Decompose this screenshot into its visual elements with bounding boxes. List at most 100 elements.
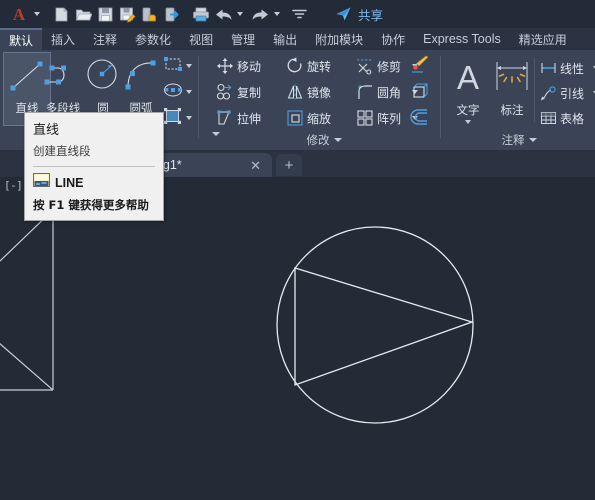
panel-annotation-chevron-down-icon[interactable] (528, 138, 537, 142)
tooltip-line-command: 直线 创建直线段 LINE 按 F1 键获得更多帮助 (24, 112, 164, 221)
rectangle-icon (162, 54, 184, 79)
draw-mini-tool-column (160, 50, 200, 150)
table-icon (540, 110, 557, 126)
match-properties-icon (410, 55, 432, 80)
undo-icon[interactable] (212, 2, 235, 26)
tooltip-description: 创建直线段 (33, 144, 91, 158)
modify-tool-move[interactable]: 移动 (216, 54, 261, 78)
modify-tool-solid-box[interactable] (410, 81, 448, 105)
save-icon[interactable] (94, 2, 116, 26)
annotation-tool-leader-label: 引线 (560, 86, 585, 101)
autocad-logo-icon[interactable]: A (6, 2, 32, 26)
open-file-icon[interactable] (72, 2, 94, 26)
draw-tool-hatch[interactable] (162, 106, 200, 130)
ribbon-tab-default[interactable]: 默认 (0, 28, 43, 50)
text-a-icon: A (445, 55, 491, 101)
ellipse-icon (162, 80, 184, 105)
annotation-tool-linear-label: 线性 (560, 61, 585, 76)
redo-chevron-down-icon[interactable] (274, 12, 280, 16)
modify-tool-scale[interactable]: 缩放 (286, 106, 331, 130)
canvas-circle (276, 226, 474, 424)
draw-tool-rectangle[interactable] (162, 54, 200, 78)
ribbon-tab-bar: 默认 插入 注释 参数化 视图 管理 输出 附加模块 协作 Express To… (0, 28, 595, 50)
scale-icon (286, 109, 304, 127)
modify-tool-mirror[interactable]: 镜像 (286, 80, 331, 104)
ribbon-tab-collaborate[interactable]: 协作 (372, 28, 414, 50)
modify-tool-trim-label: 修剪 (377, 59, 402, 74)
panel-annotation-title[interactable]: 注释 (454, 132, 584, 148)
panel-modify-expand-icon[interactable] (210, 126, 222, 144)
line-command-icon (33, 173, 50, 192)
rotate-icon (286, 57, 304, 75)
dimension-icon (489, 55, 535, 101)
svg-text:A: A (13, 5, 26, 23)
drawing-canvas[interactable]: [-][ (0, 177, 595, 500)
autocad-window: A 共享 默认 插入 注释 参数化 视图 管理 输出 附加模块 协作 Expre… (0, 0, 595, 500)
annotation-tool-leader[interactable]: 引线 (540, 81, 595, 105)
new-file-icon[interactable] (50, 2, 72, 26)
tooltip-command: LINE (55, 175, 84, 190)
solid-box-icon (410, 81, 432, 106)
hatch-icon (162, 106, 184, 131)
trim-icon (356, 57, 374, 75)
share-label[interactable]: 共享 (358, 5, 383, 24)
panel-divider-annotation-inner (534, 58, 535, 122)
ribbon-tab-manage[interactable]: 管理 (222, 28, 264, 50)
modify-tool-stretch-label: 拉伸 (237, 111, 262, 126)
ribbon-tab-view[interactable]: 视图 (180, 28, 222, 50)
modify-side-icon-column (404, 50, 442, 150)
modify-tool-array-label: 阵列 (377, 111, 402, 126)
text-chevron-down-icon[interactable] (465, 120, 471, 124)
move-icon (216, 57, 234, 75)
modify-tool-rotate-label: 旋转 (307, 59, 332, 74)
quick-access-toolbar: A 共享 (0, 0, 595, 28)
offset-icon (410, 107, 432, 132)
export-icon[interactable] (138, 2, 160, 26)
ribbon-tab-annotate[interactable]: 注释 (84, 28, 126, 50)
array-icon (356, 109, 374, 127)
ribbon-tab-featured-apps[interactable]: 精选应用 (510, 28, 576, 50)
modify-tool-copy[interactable]: 复制 (216, 80, 261, 104)
ribbon-tab-express-tools[interactable]: Express Tools (414, 28, 510, 50)
print-icon[interactable] (190, 2, 212, 26)
modify-tool-offset[interactable] (410, 107, 448, 131)
mirror-icon (286, 83, 304, 101)
annotation-tool-linear[interactable]: 线性 (540, 56, 595, 80)
undo-chevron-down-icon[interactable] (237, 12, 243, 16)
annotation-tool-dimension[interactable]: 标注 (490, 55, 534, 127)
hatch-chevron-down-icon[interactable] (186, 116, 192, 120)
modify-tool-scale-label: 缩放 (307, 111, 332, 126)
panel-modify-title[interactable]: 修改 (234, 132, 414, 148)
ribbon-tab-parametric[interactable]: 参数化 (126, 28, 180, 50)
tooltip-command-row: LINE (33, 173, 155, 192)
draw-tool-ellipse[interactable] (162, 80, 200, 104)
annotation-tool-text[interactable]: A 文字 (446, 55, 490, 127)
new-tab-plus-icon[interactable]: + (276, 154, 302, 176)
modify-tool-stretch[interactable]: 拉伸 (216, 106, 261, 130)
annotation-tool-text-label: 文字 (456, 103, 480, 117)
close-icon[interactable]: ✕ (247, 159, 264, 172)
arc-icon (118, 53, 164, 99)
rectangle-chevron-down-icon[interactable] (186, 64, 192, 68)
app-menu-chevron-down-icon[interactable] (34, 12, 40, 16)
partial-left-shape (0, 209, 54, 391)
canvas-geometry (0, 209, 475, 424)
customize-qat-icon[interactable] (288, 2, 310, 26)
ribbon-tab-insert[interactable]: 插入 (42, 28, 84, 50)
tooltip-divider (33, 166, 155, 167)
ribbon-tab-addins[interactable]: 附加模块 (306, 28, 372, 50)
save-as-icon[interactable] (116, 2, 138, 26)
share-upload-icon[interactable] (160, 2, 182, 26)
panel-divider-draw (198, 56, 199, 138)
modify-tool-match-properties[interactable] (410, 55, 448, 79)
redo-icon[interactable] (249, 2, 272, 26)
modify-tool-mirror-label: 镜像 (307, 85, 332, 100)
panel-modify-chevron-down-icon[interactable] (333, 138, 342, 142)
share-button-icon[interactable] (332, 2, 354, 26)
ribbon-tab-output[interactable]: 输出 (264, 28, 306, 50)
tooltip-help: 按 F1 键获得更多帮助 (33, 198, 149, 212)
annotation-tool-table[interactable]: 表格 (540, 106, 584, 130)
annotation-tool-dimension-label: 标注 (500, 103, 524, 117)
ellipse-chevron-down-icon[interactable] (186, 90, 192, 94)
modify-tool-rotate[interactable]: 旋转 (286, 54, 331, 78)
